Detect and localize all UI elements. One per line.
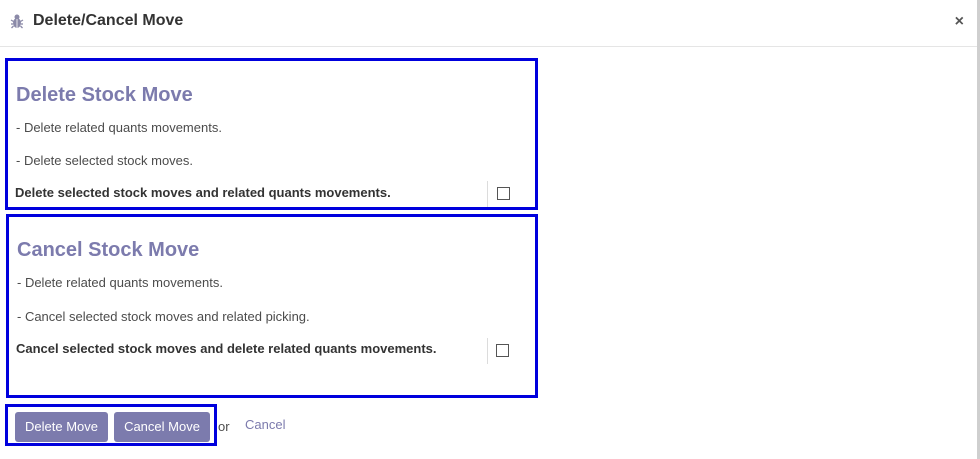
info-line: - Delete selected stock moves. bbox=[16, 153, 194, 168]
info-line: - Delete related quants movements. bbox=[16, 120, 222, 135]
cancel-stock-move-section: Cancel Stock Move - Delete related quant… bbox=[6, 214, 538, 398]
delete-move-button[interactable]: Delete Move bbox=[15, 412, 108, 442]
footer-buttons: Delete Move Cancel Move bbox=[5, 404, 217, 446]
close-icon[interactable]: × bbox=[955, 13, 964, 31]
info-line: - Delete related quants movements. bbox=[17, 275, 223, 290]
cancel-move-button[interactable]: Cancel Move bbox=[114, 412, 210, 442]
cancel-checkbox-label: Cancel selected stock moves and delete r… bbox=[16, 341, 437, 356]
cancel-link[interactable]: Cancel bbox=[245, 417, 285, 432]
section-title: Delete Stock Move bbox=[16, 84, 193, 106]
section-title: Cancel Stock Move bbox=[17, 239, 200, 261]
delete-stock-move-section: Delete Stock Move - Delete related quant… bbox=[5, 58, 538, 210]
dialog-header: Delete/Cancel Move × bbox=[0, 0, 980, 47]
info-line: - Cancel selected stock moves and relate… bbox=[17, 309, 310, 324]
delete-checkbox-label: Delete selected stock moves and related … bbox=[15, 185, 391, 200]
field-divider bbox=[487, 338, 488, 364]
cancel-moves-checkbox[interactable] bbox=[496, 344, 509, 357]
or-text: or bbox=[218, 419, 230, 434]
dialog-title: Delete/Cancel Move bbox=[33, 12, 184, 29]
bug-icon bbox=[10, 14, 24, 29]
delete-moves-checkbox[interactable] bbox=[497, 187, 510, 200]
field-divider bbox=[487, 181, 488, 207]
